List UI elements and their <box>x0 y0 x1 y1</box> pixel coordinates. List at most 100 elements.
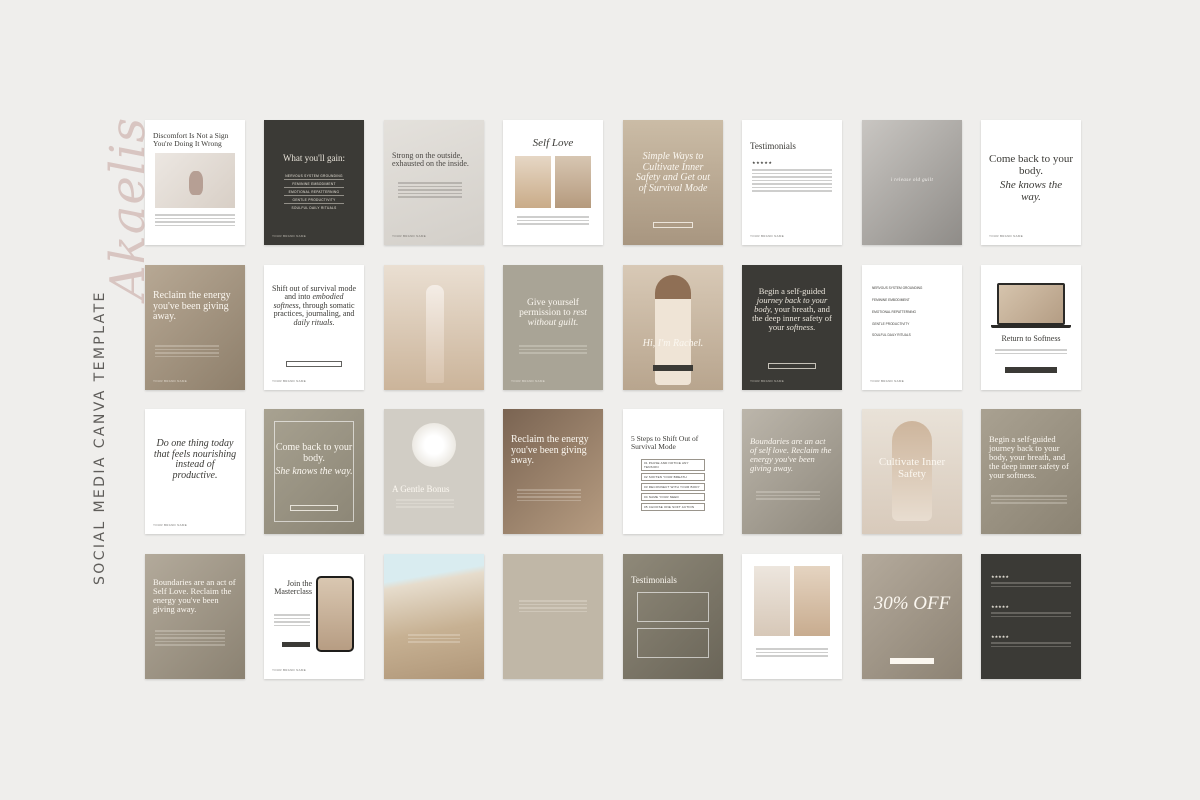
card-r4c6[interactable] <box>742 554 842 679</box>
card-title: A Gentle Bonus <box>392 484 450 494</box>
title-italic-2: softness. <box>786 321 816 332</box>
card-title: Discomfort Is Not a Sign You're Doing It… <box>153 131 229 148</box>
cta-button[interactable] <box>653 365 693 371</box>
card-r4c4[interactable] <box>503 554 603 679</box>
card-r4c2[interactable]: Join the Masterclass YOUR BRAND NAME <box>264 554 364 679</box>
card-footer: YOUR BRAND NAME <box>392 234 427 238</box>
service-list: NERVOUS SYSTEM GROUNDING FEMININE EMBODI… <box>872 286 952 338</box>
card-r1c4[interactable]: Self Love <box>503 120 603 245</box>
card-r3c6[interactable]: Boundaries are an act of self love. Recl… <box>742 409 842 534</box>
card-title-plain: Come back to your body. <box>275 442 353 464</box>
cta-button[interactable] <box>290 505 338 511</box>
card-footer: YOUR BRAND NAME <box>989 234 1024 238</box>
steps-list: 01 PAUSE AND NOTICE ANY TENSION 02 SOFTE… <box>641 459 705 511</box>
list-item: EMOTIONAL REPATTERNING <box>284 188 344 196</box>
list-item: 04 NAME YOUR NEED <box>641 493 705 501</box>
card-footer: YOUR BRAND NAME <box>272 234 307 238</box>
card-r2c8[interactable]: Return to Softness <box>981 265 1081 390</box>
list-item: 01 PAUSE AND NOTICE ANY TENSION <box>641 459 705 471</box>
card-r3c7[interactable]: Cultivate Inner Safety <box>862 409 962 534</box>
card-r1c2[interactable]: What you'll gain: NERVOUS SYSTEM GROUNDI… <box>264 120 364 245</box>
card-r1c5[interactable]: Simple Ways to Cultivate Inner Safety an… <box>623 120 723 245</box>
sidebar: Akaelis SOCIAL MEDIA CANVA TEMPLATE <box>0 0 156 800</box>
list-item: 02 SOFTEN YOUR BREATH <box>641 473 705 481</box>
card-r2c7[interactable]: NERVOUS SYSTEM GROUNDING FEMININE EMBODI… <box>862 265 962 390</box>
body-text <box>991 640 1071 649</box>
card-r1c7[interactable]: i release old guilt <box>862 120 962 245</box>
card-title-italic: She knows the way. <box>275 466 353 477</box>
card-footer: YOUR BRAND NAME <box>153 523 188 527</box>
card-r2c3[interactable] <box>384 265 484 390</box>
body-text <box>519 343 587 356</box>
card-r3c8[interactable]: Begin a self-guided journey back to your… <box>981 409 1081 534</box>
laptop-icon <box>997 283 1065 325</box>
card-footer: YOUR BRAND NAME <box>750 234 785 238</box>
body-text <box>995 347 1067 356</box>
list-item: 03 RECONNECT WITH YOUR BODY <box>641 483 705 491</box>
card-title: Simple Ways to Cultivate Inner Safety an… <box>635 151 711 194</box>
body-text <box>155 628 225 648</box>
card-r2c1[interactable]: Reclaim the energy you've been giving aw… <box>145 265 245 390</box>
card-r3c2[interactable]: Come back to your body. She knows the wa… <box>264 409 364 534</box>
card-title: Cultivate Inner Safety <box>878 456 946 480</box>
flower-image <box>412 423 456 467</box>
body-text <box>991 610 1071 619</box>
card-r1c8[interactable]: Come back to your body. She knows the wa… <box>981 120 1081 245</box>
cta-button[interactable] <box>768 363 816 369</box>
photo-left <box>515 156 551 208</box>
body-text <box>398 180 462 200</box>
card-r2c5[interactable]: Hi, I'm Rachel. <box>623 265 723 390</box>
cta-button[interactable] <box>890 658 934 664</box>
body-text <box>396 497 454 510</box>
body-text <box>155 343 219 359</box>
card-r3c1[interactable]: Do one thing today that feels nourishing… <box>145 409 245 534</box>
card-r3c5[interactable]: 5 Steps to Shift Out of Survival Mode 01… <box>623 409 723 534</box>
card-r2c6[interactable]: Begin a self-guided journey back to your… <box>742 265 842 390</box>
list-item: GENTLE PRODUCTIVITY <box>284 196 344 204</box>
card-footer: YOUR BRAND NAME <box>750 379 785 383</box>
template-grid: Discomfort Is Not a Sign You're Doing It… <box>145 120 1085 680</box>
card-footer: YOUR BRAND NAME <box>511 379 546 383</box>
body-text <box>517 214 589 227</box>
list-item: SOULFUL DAILY RITUALS <box>872 333 911 338</box>
body-text <box>991 493 1067 506</box>
body-text <box>517 487 581 503</box>
card-r4c7[interactable]: 30% OFF <box>862 554 962 679</box>
card-r4c3[interactable] <box>384 554 484 679</box>
card-title-italic: She knows the way. <box>999 179 1063 203</box>
card-title: 5 Steps to Shift Out of Survival Mode <box>631 434 699 451</box>
card-title: Strong on the outside, exhausted on the … <box>392 151 469 169</box>
card-title: Begin a self-guided journey back to your… <box>750 287 834 332</box>
gain-list: NERVOUS SYSTEM GROUNDING FEMININE EMBODI… <box>284 172 344 211</box>
phone-icon <box>316 576 354 652</box>
vertical-title: SOCIAL MEDIA CANVA TEMPLATE <box>92 290 108 585</box>
star-rating: ★★★★★ <box>991 634 1009 639</box>
cta-button[interactable] <box>282 642 310 647</box>
body-text <box>752 167 832 194</box>
card-title: Reclaim the energy you've been giving aw… <box>153 290 231 322</box>
star-rating: ★★★★★ <box>752 160 773 165</box>
cta-button[interactable] <box>653 222 693 228</box>
photo-left <box>754 566 790 636</box>
card-r3c4[interactable]: Reclaim the energy you've been giving aw… <box>503 409 603 534</box>
card-r2c2[interactable]: Shift out of survival mode and into embo… <box>264 265 364 390</box>
card-r4c5[interactable]: Testimonials <box>623 554 723 679</box>
cta-button[interactable] <box>1005 367 1057 373</box>
card-title: Self Love <box>532 137 574 149</box>
card-r4c8[interactable]: ★★★★★ ★★★★★ ★★★★★ <box>981 554 1081 679</box>
card-r1c6[interactable]: Testimonials ★★★★★ YOUR BRAND NAME <box>742 120 842 245</box>
photo-figure <box>426 285 444 383</box>
card-title: Reclaim the energy you've been giving aw… <box>511 434 589 466</box>
star-rating: ★★★★★ <box>991 574 1009 579</box>
card-r2c4[interactable]: Give yourself permission to rest without… <box>503 265 603 390</box>
testimonial-box <box>637 592 709 622</box>
body-text <box>756 646 828 659</box>
quote-text <box>519 598 587 614</box>
card-r1c1[interactable]: Discomfort Is Not a Sign You're Doing It… <box>145 120 245 245</box>
card-title: Testimonials <box>750 141 796 151</box>
card-r1c3[interactable]: Strong on the outside, exhausted on the … <box>384 120 484 245</box>
card-r3c3[interactable]: A Gentle Bonus <box>384 409 484 534</box>
body-text <box>408 632 460 645</box>
cta-button[interactable] <box>286 361 342 367</box>
card-r4c1[interactable]: Boundaries are an act of Self Love. Recl… <box>145 554 245 679</box>
